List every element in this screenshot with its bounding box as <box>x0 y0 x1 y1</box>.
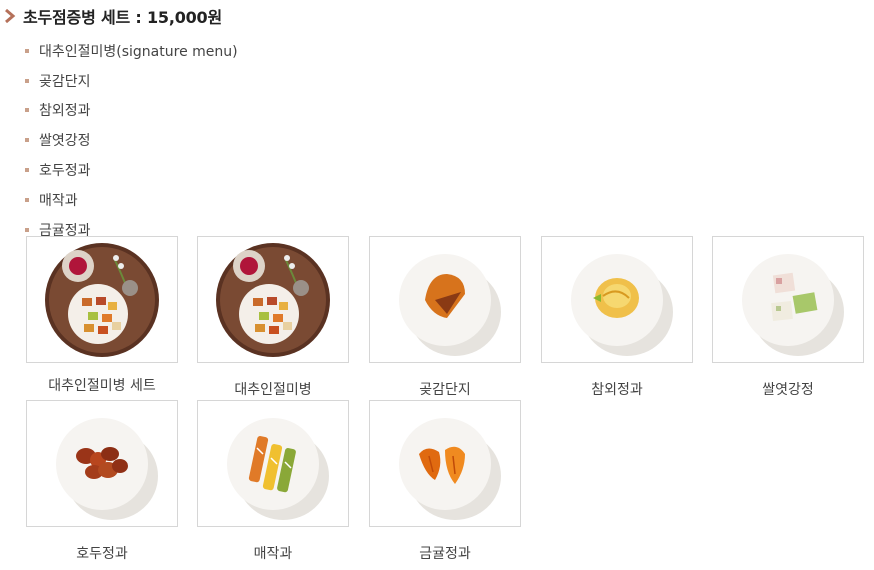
product-thumbnail[interactable] <box>197 400 349 527</box>
menu-item-label: 참외정과 <box>39 103 91 120</box>
menu-item-label: 쌀엿강정 <box>39 133 91 150</box>
bullet-icon <box>25 138 29 143</box>
rice-gangjeong-photo <box>742 253 844 356</box>
list-item: 쌀엿강정 <box>25 125 238 155</box>
gallery-card-label: 대추인절미병 <box>234 382 312 398</box>
chevron-right-icon <box>5 9 16 23</box>
list-item: 호두정과 <box>25 155 238 185</box>
list-item: 참외정과 <box>25 96 238 126</box>
gallery-card-label: 금귤정과 <box>419 546 471 562</box>
gallery-card[interactable]: 금귤정과 <box>369 400 521 563</box>
tray-set-photo <box>45 242 159 357</box>
gallery-card-label: 쌀엿강정 <box>762 382 814 398</box>
gallery-card-label: 호두정과 <box>76 546 128 562</box>
menu-item-label: 매작과 <box>39 192 78 209</box>
bullet-icon <box>25 48 29 53</box>
gallery-card[interactable]: 참외정과 <box>541 236 693 399</box>
kumquat-candy-photo <box>399 417 501 520</box>
product-thumbnail[interactable] <box>197 236 349 363</box>
maejakgwa-photo <box>227 417 329 520</box>
menu-item-label: 호두정과 <box>39 163 91 180</box>
product-thumbnail[interactable] <box>541 236 693 363</box>
gallery-card[interactable]: 대추인절미병 세트 <box>26 236 178 395</box>
product-thumbnail[interactable] <box>26 400 178 527</box>
gallery-card[interactable]: 쌀엿강정 <box>712 236 864 399</box>
product-thumbnail[interactable] <box>712 236 864 363</box>
gallery-card-label: 매작과 <box>253 546 293 562</box>
gallery-card[interactable]: 호두정과 <box>26 400 178 563</box>
gallery-card[interactable]: 곶감단지 <box>369 236 521 399</box>
dried-persimmon-photo <box>399 253 501 356</box>
list-item: 매작과 <box>25 185 238 215</box>
gallery-card[interactable]: 매작과 <box>197 400 349 563</box>
menu-item-label: 곶감단지 <box>39 73 91 90</box>
gallery-card[interactable]: 대추인절미병 <box>197 236 349 399</box>
set-menu-list: 대추인절미병(signature menu) 곶감단지 참외정과 쌀엿강정 호두… <box>25 36 238 245</box>
bullet-icon <box>25 197 29 202</box>
gallery-card-label: 대추인절미병 세트 <box>48 378 156 394</box>
bullet-icon <box>25 78 29 83</box>
bullet-icon <box>25 108 29 113</box>
bullet-icon <box>25 168 29 173</box>
gallery-card-label: 참외정과 <box>591 382 643 398</box>
product-thumbnail[interactable] <box>26 236 178 363</box>
product-thumbnail[interactable] <box>369 400 521 527</box>
tray-set-photo <box>216 242 330 357</box>
walnut-candy-photo <box>56 417 158 520</box>
set-title-row: 초두점증병 세트 : 15,000원 <box>4 3 222 29</box>
menu-item-label: 대추인절미병(signature menu) <box>39 43 238 60</box>
list-item: 곶감단지 <box>25 66 238 96</box>
bullet-icon <box>25 227 29 232</box>
product-thumbnail[interactable] <box>369 236 521 363</box>
set-title: 초두점증병 세트 : 15,000원 <box>23 8 223 27</box>
melon-candy-photo <box>571 253 673 356</box>
gallery-card-label: 곶감단지 <box>419 382 471 398</box>
list-item: 대추인절미병(signature menu) <box>25 36 238 66</box>
